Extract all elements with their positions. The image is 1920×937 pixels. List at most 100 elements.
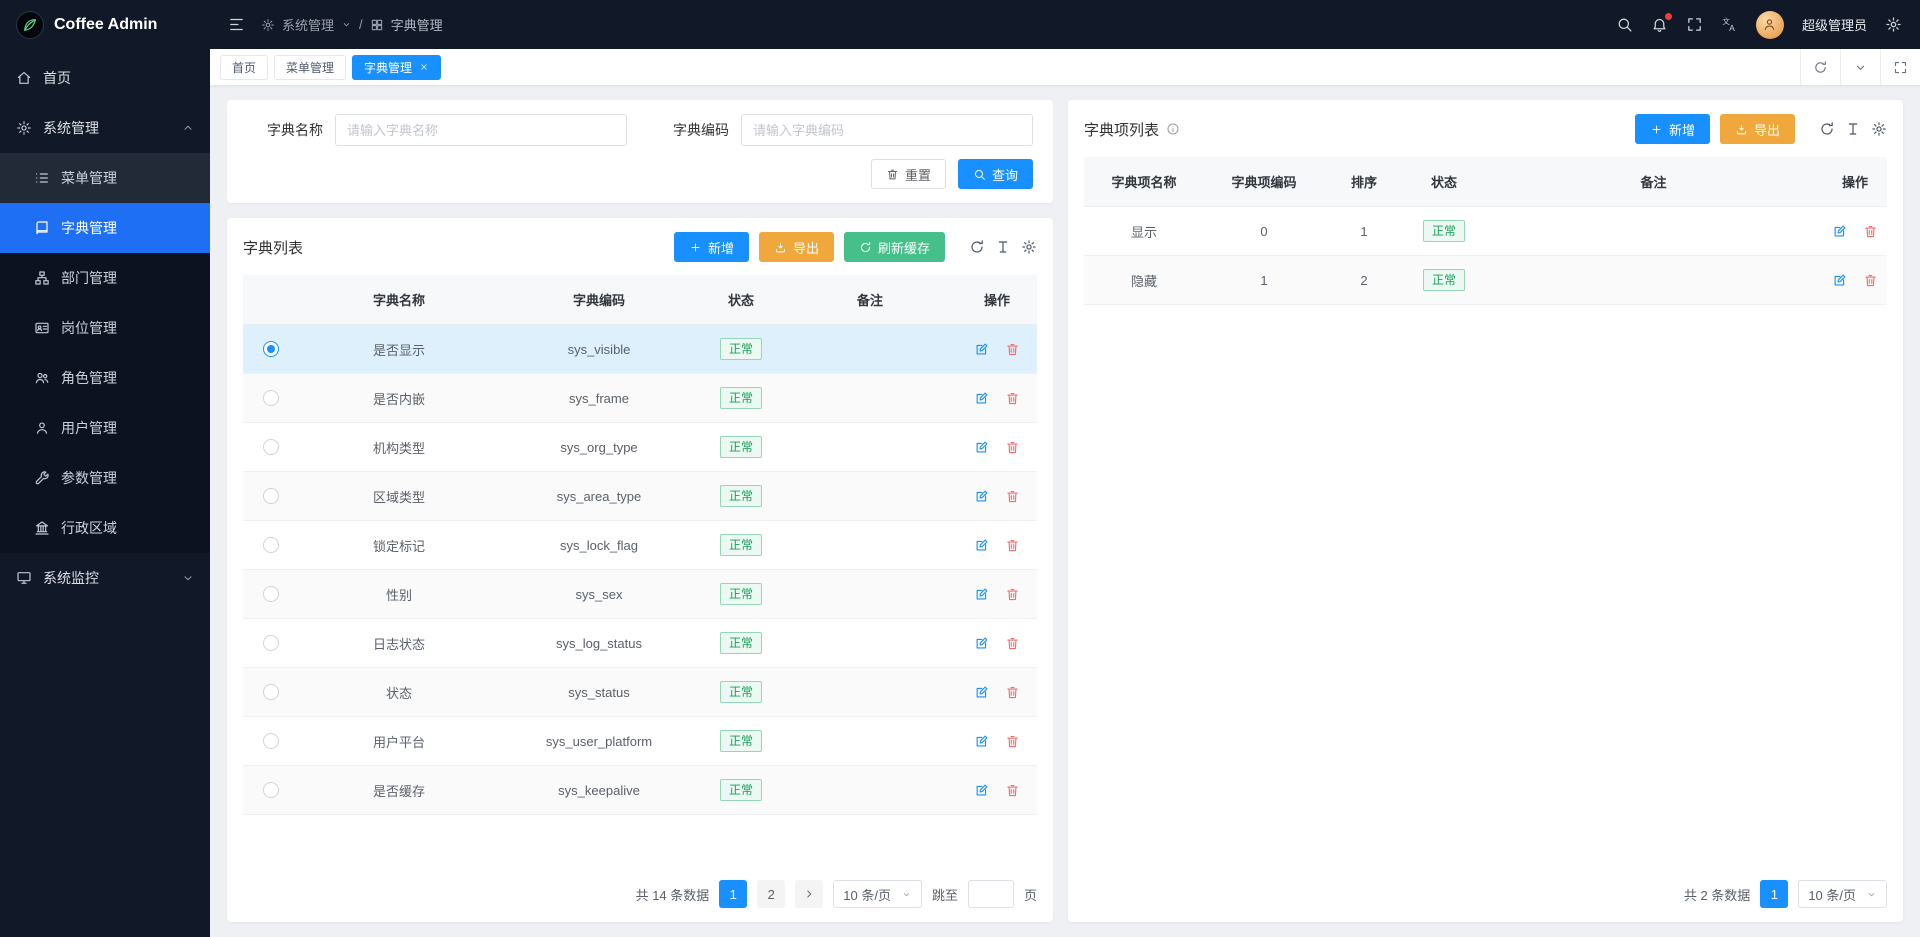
page-size-select[interactable]: 10 条/页 (1798, 880, 1887, 908)
delete-icon[interactable] (1863, 273, 1878, 288)
breadcrumb-item[interactable]: 系统管理 (282, 15, 334, 34)
page-size-select[interactable]: 10 条/页 (833, 880, 922, 908)
row-radio[interactable] (263, 341, 279, 357)
refresh-table-icon[interactable] (1819, 121, 1835, 137)
sidebar-item-system-monitor[interactable]: 系统监控 (0, 553, 210, 603)
edit-icon[interactable] (974, 391, 989, 406)
refresh-page-icon[interactable] (1800, 49, 1840, 85)
notifications-button[interactable] (1651, 16, 1668, 33)
edit-icon[interactable] (974, 685, 989, 700)
delete-icon[interactable] (1863, 224, 1878, 239)
edit-icon[interactable] (974, 538, 989, 553)
add-button[interactable]: 新增 (674, 232, 749, 262)
density-icon[interactable] (1845, 121, 1861, 137)
edit-icon[interactable] (1832, 273, 1847, 288)
tab-options-chevron-icon[interactable] (1840, 49, 1880, 85)
sidebar-item-dict-mgmt[interactable]: 字典管理 (0, 203, 210, 253)
table-row[interactable]: 是否缓存sys_keepalive正常 (243, 766, 1037, 815)
column-header: 备注 (783, 275, 957, 324)
delete-icon[interactable] (1005, 538, 1020, 553)
settings-icon[interactable] (1885, 16, 1902, 33)
sidebar-item-role-mgmt[interactable]: 角色管理 (0, 353, 210, 403)
user-name: 超级管理员 (1802, 15, 1867, 34)
sidebar-item-admin-region[interactable]: 行政区域 (0, 503, 210, 553)
row-radio[interactable] (263, 586, 279, 602)
table-row[interactable]: 性别sys_sex正常 (243, 570, 1037, 619)
tab-menu-mgmt[interactable]: 菜单管理 (274, 55, 346, 80)
reset-button[interactable]: 重置 (871, 159, 946, 189)
close-icon[interactable] (419, 62, 429, 72)
sidebar-item-post-mgmt[interactable]: 岗位管理 (0, 303, 210, 353)
tab-home[interactable]: 首页 (220, 55, 268, 80)
row-radio[interactable] (263, 733, 279, 749)
edit-icon[interactable] (974, 440, 989, 455)
dict-name-input[interactable] (335, 114, 627, 146)
row-radio[interactable] (263, 390, 279, 406)
row-radio[interactable] (263, 488, 279, 504)
table-row[interactable]: 是否内嵌sys_frame正常 (243, 374, 1037, 423)
row-radio[interactable] (263, 684, 279, 700)
edit-icon[interactable] (974, 489, 989, 504)
tab-dict-mgmt[interactable]: 字典管理 (352, 55, 441, 80)
add-item-button[interactable]: 新增 (1635, 114, 1710, 144)
table-row[interactable]: 显示01正常 (1084, 207, 1887, 256)
cell-item-code: 0 (1204, 224, 1324, 239)
edit-icon[interactable] (974, 342, 989, 357)
delete-icon[interactable] (1005, 685, 1020, 700)
translate-icon[interactable]: 文A (1721, 16, 1738, 33)
dict-table-body: 是否显示sys_visible正常是否内嵌sys_frame正常机构类型sys_… (243, 325, 1037, 815)
dict-code-input[interactable] (741, 114, 1033, 146)
delete-icon[interactable] (1005, 342, 1020, 357)
edit-icon[interactable] (974, 587, 989, 602)
sidebar-item-dept-mgmt[interactable]: 部门管理 (0, 253, 210, 303)
delete-icon[interactable] (1005, 587, 1020, 602)
row-radio[interactable] (263, 537, 279, 553)
query-button[interactable]: 查询 (958, 159, 1033, 189)
page-button[interactable]: 1 (719, 880, 747, 908)
table-row[interactable]: 区域类型sys_area_type正常 (243, 472, 1037, 521)
jump-page-input[interactable] (968, 880, 1014, 908)
search-icon[interactable] (1616, 16, 1633, 33)
sidebar-item-home[interactable]: 首页 (0, 53, 210, 103)
delete-icon[interactable] (1005, 489, 1020, 504)
density-icon[interactable] (995, 239, 1011, 255)
refresh-table-icon[interactable] (969, 239, 985, 255)
hamburger-icon[interactable] (228, 16, 245, 33)
table-row[interactable]: 状态sys_status正常 (243, 668, 1037, 717)
page-button[interactable]: 2 (757, 880, 785, 908)
table-row[interactable]: 用户平台sys_user_platform正常 (243, 717, 1037, 766)
table-row[interactable]: 日志状态sys_log_status正常 (243, 619, 1037, 668)
row-radio[interactable] (263, 782, 279, 798)
edit-icon[interactable] (974, 734, 989, 749)
sidebar-item-menu-mgmt[interactable]: 菜单管理 (0, 153, 210, 203)
page-button[interactable]: 1 (1760, 880, 1788, 908)
column-settings-icon[interactable] (1871, 121, 1887, 137)
delete-icon[interactable] (1005, 636, 1020, 651)
fullscreen-icon[interactable] (1686, 16, 1703, 33)
next-page-button[interactable] (795, 880, 823, 908)
page-size-value: 10 条/页 (1808, 885, 1856, 904)
fit-screen-icon[interactable] (1880, 49, 1920, 85)
row-radio[interactable] (263, 635, 279, 651)
export-items-button[interactable]: 导出 (1720, 114, 1795, 144)
table-row[interactable]: 隐藏12正常 (1084, 256, 1887, 305)
sidebar-item-user-mgmt[interactable]: 用户管理 (0, 403, 210, 453)
table-row[interactable]: 锁定标记sys_lock_flag正常 (243, 521, 1037, 570)
edit-icon[interactable] (1832, 224, 1847, 239)
delete-icon[interactable] (1005, 734, 1020, 749)
sidebar-item-param-mgmt[interactable]: 参数管理 (0, 453, 210, 503)
column-settings-icon[interactable] (1021, 239, 1037, 255)
delete-icon[interactable] (1005, 391, 1020, 406)
edit-icon[interactable] (974, 636, 989, 651)
edit-icon[interactable] (974, 783, 989, 798)
delete-icon[interactable] (1005, 783, 1020, 798)
table-row[interactable]: 是否显示sys_visible正常 (243, 325, 1037, 374)
sidebar-item-system-mgmt[interactable]: 系统管理 (0, 103, 210, 153)
export-button[interactable]: 导出 (759, 232, 834, 262)
row-radio[interactable] (263, 439, 279, 455)
table-row[interactable]: 机构类型sys_org_type正常 (243, 423, 1037, 472)
avatar[interactable] (1756, 11, 1784, 39)
delete-icon[interactable] (1005, 440, 1020, 455)
refresh-cache-button[interactable]: 刷新缓存 (844, 232, 945, 262)
system-mgmt-submenu: 菜单管理 字典管理 部门管理 岗位管理 角色管理 用户管理 (0, 153, 210, 553)
